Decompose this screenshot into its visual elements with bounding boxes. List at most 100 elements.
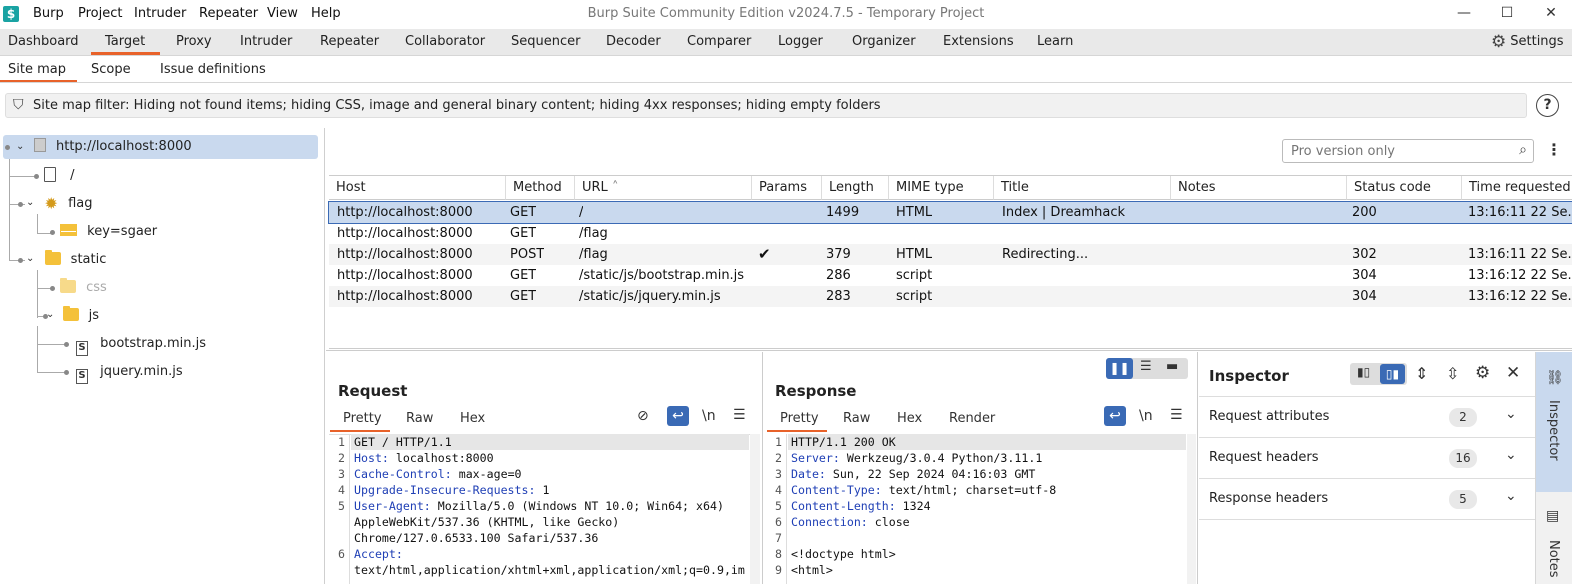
show-newlines-button[interactable]: \n [1139,408,1153,424]
tab-decoder[interactable]: Decoder [606,34,661,49]
word-wrap-icon[interactable]: ↩ [667,406,689,426]
line-number: 2 [775,451,782,465]
tree-node-flag[interactable]: ⌄ ✹ flag [26,192,93,216]
request-scrollbar[interactable] [750,434,760,584]
subtab-issue-definitions[interactable]: Issue definitions [160,62,266,77]
sidebar-notes-label: Notes [1546,540,1561,578]
splitter[interactable] [326,350,1572,351]
col-header-length[interactable]: Length [822,176,889,200]
col-header-time-requested[interactable]: Time requested [1462,176,1572,200]
col-header-title[interactable]: Title [994,176,1171,200]
layout-stacked-icon[interactable]: ☰ [1140,359,1152,374]
col-header-notes[interactable]: Notes [1171,176,1347,200]
tab-proxy[interactable]: Proxy [176,34,212,49]
code-line: User-Agent: Mozilla/5.0 (Windows NT 10.0… [354,499,724,513]
chevron-down-icon[interactable]: ⌄ [26,253,34,264]
settings-button[interactable]: ⚙ Settings [1491,32,1564,54]
inspector-section-request-headers[interactable]: Request headers 16 ⌄ [1199,438,1535,479]
request-editor[interactable]: 1 GET / HTTP/1.1 2 Host: localhost:8000 … [329,434,749,584]
tab-learn[interactable]: Learn [1037,34,1073,49]
window-title: Burp Suite Community Edition v2024.7.5 -… [587,6,985,21]
request-tab-raw[interactable]: Raw [406,411,433,426]
tab-comparer[interactable]: Comparer [687,34,751,49]
response-scrollbar[interactable] [1187,434,1196,584]
tree-node-js[interactable]: ⌄ js [46,304,99,328]
show-newlines-button[interactable]: \n [702,408,716,424]
subtab-scope[interactable]: Scope [91,62,131,77]
close-window-button[interactable]: ✕ [1536,2,1566,24]
maximize-button[interactable]: ☐ [1492,2,1522,24]
table-row[interactable]: http://localhost:8000 GET /flag [329,223,1572,244]
col-header-params[interactable]: Params [752,176,822,200]
col-header-mime-type[interactable]: MIME type [889,176,994,200]
response-tab-render[interactable]: Render [949,411,995,426]
response-tab-pretty[interactable]: Pretty [780,411,819,426]
chevron-down-icon[interactable]: ⌄ [1505,488,1517,504]
col-header-method[interactable]: Method [506,176,575,200]
site-map-filter-bar[interactable]: ⛉ Site map filter: Hiding not found item… [5,93,1527,118]
sidebar-inspector-tab[interactable]: ⛓ Inspector [1536,352,1572,492]
table-row[interactable]: http://localhost:8000 GET /static/js/jqu… [329,286,1572,307]
inspector-section-request-attributes[interactable]: Request attributes 2 ⌄ [1199,397,1535,438]
col-header-host[interactable]: Host [329,176,506,200]
response-editor[interactable]: 1 HTTP/1.1 200 OK 2 Server: Werkzeug/3.0… [766,434,1186,584]
expand-all-icon[interactable]: ⇕ [1415,364,1428,383]
tree-node-bootstrap[interactable]: S bootstrap.min.js [76,332,206,356]
line-number: 3 [338,467,345,481]
tree-node-root[interactable]: ⌄ http://localhost:8000 [3,135,318,159]
inspector-section-response-headers[interactable]: Response headers 5 ⌄ [1199,479,1535,520]
tab-extensions[interactable]: Extensions [943,34,1014,49]
request-tab-hex[interactable]: Hex [460,411,485,426]
menu-icon[interactable]: ☰ [733,407,746,423]
search-input[interactable] [1291,144,1501,159]
tab-organizer[interactable]: Organizer [852,34,916,49]
response-tab-raw[interactable]: Raw [843,411,870,426]
word-wrap-icon[interactable]: ↩ [1104,406,1126,426]
tab-sequencer[interactable]: Sequencer [511,34,580,49]
chevron-down-icon[interactable]: ⌄ [1505,406,1517,422]
hide-non-printable-icon[interactable]: ⊘ [637,408,649,424]
table-row[interactable]: http://localhost:8000 POST /flag ✔ 379 H… [329,244,1572,265]
more-options-icon[interactable]: ⋮ [1546,140,1562,159]
request-tab-pretty[interactable]: Pretty [343,411,382,426]
response-tab-hex[interactable]: Hex [897,411,922,426]
close-icon[interactable]: ✕ [1506,363,1520,383]
tree-node-jquery[interactable]: S jquery.min.js [76,360,183,384]
inspector-layout-right-icon[interactable]: ▯▮ [1380,364,1405,384]
col-header-url[interactable]: URL ˄ [575,176,752,200]
gear-icon[interactable]: ⚙ [1475,363,1490,383]
tab-dashboard[interactable]: Dashboard [8,34,79,49]
table-row[interactable]: http://localhost:8000 GET / 1499 HTML In… [328,201,1572,224]
table-row[interactable]: http://localhost:8000 GET /static/js/boo… [329,265,1572,286]
inspector-title: Inspector [1209,367,1289,385]
tab-logger[interactable]: Logger [778,34,823,49]
tab-repeater[interactable]: Repeater [320,34,379,49]
chevron-down-icon[interactable]: ⌄ [26,197,34,208]
col-header-status-code[interactable]: Status code [1347,176,1462,200]
tree-node-slash[interactable]: / [44,164,75,188]
inspector-layout-left-icon[interactable]: ▮▯ [1357,365,1370,379]
chevron-down-icon[interactable]: ⌄ [1505,447,1517,463]
line-number: 3 [775,467,782,481]
sidebar-notes-tab[interactable]: ▤ Notes [1536,492,1572,584]
tab-target[interactable]: Target [105,34,145,49]
chevron-down-icon[interactable]: ⌄ [16,135,24,159]
minimize-button[interactable]: — [1449,2,1479,24]
layout-tabs-icon[interactable]: ▬ [1166,359,1178,374]
collapse-all-icon[interactable]: ⇳ [1446,364,1459,383]
pane-divider[interactable] [1197,352,1198,584]
chevron-down-icon[interactable]: ⌄ [46,309,54,320]
pane-divider[interactable] [762,352,763,584]
search-icon[interactable]: ⌕ [1519,142,1527,158]
layout-side-by-side-icon[interactable]: ❚❚ [1106,358,1133,379]
subtab-site-map[interactable]: Site map [8,62,66,77]
tab-intruder[interactable]: Intruder [240,34,292,49]
tree-node-flag-param[interactable]: key=sgaer [60,220,157,244]
help-icon[interactable]: ? [1536,94,1559,117]
menu-icon[interactable]: ☰ [1170,407,1183,423]
cell-params [750,223,758,244]
tree-node-static[interactable]: ⌄ static [26,248,106,272]
tree-node-css[interactable]: css [60,276,107,300]
tab-collaborator[interactable]: Collaborator [405,34,485,49]
search-box[interactable]: ⌕ [1282,139,1534,163]
